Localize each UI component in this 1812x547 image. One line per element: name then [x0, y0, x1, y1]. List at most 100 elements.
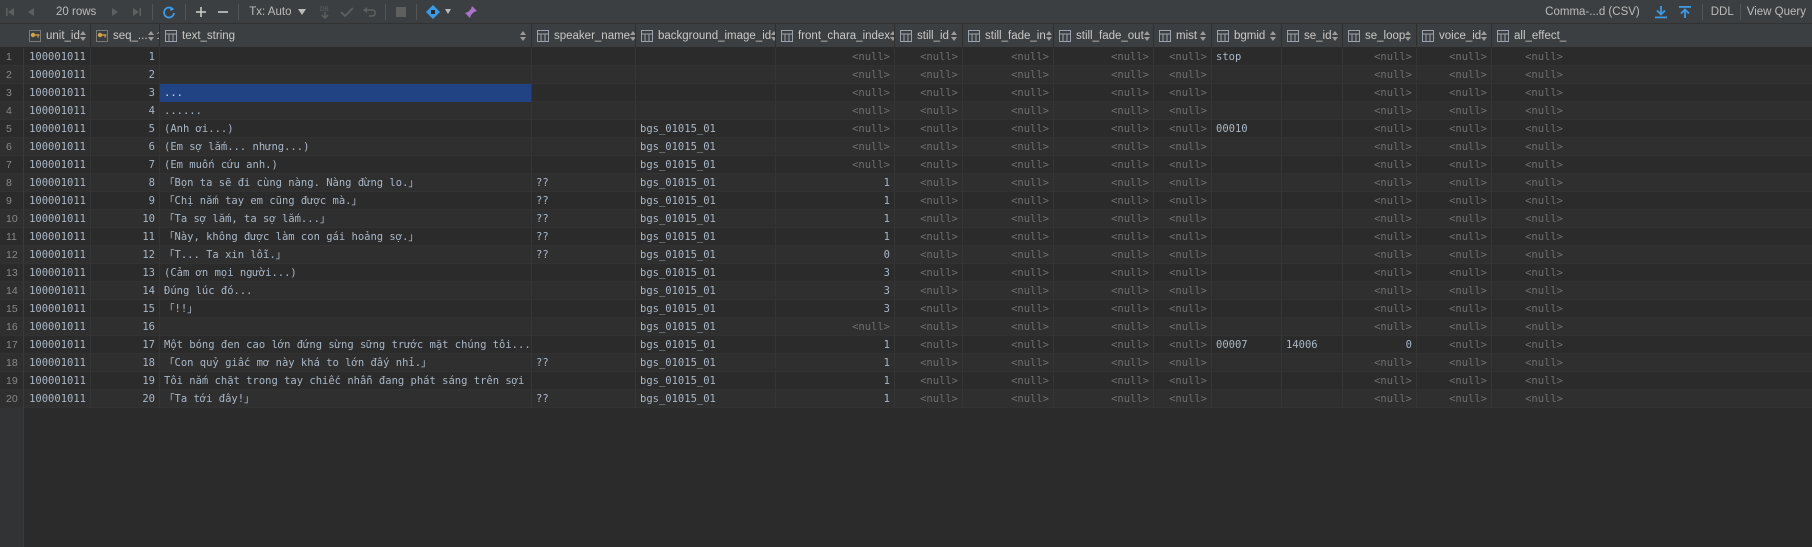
cell-mist[interactable]: <null> — [1154, 66, 1212, 84]
cell-se-loop[interactable]: <null> — [1343, 390, 1417, 408]
cell-speaker-name[interactable] — [532, 372, 636, 390]
cell-still-id[interactable]: <null> — [895, 156, 963, 174]
cell-voice-id[interactable]: <null> — [1417, 102, 1492, 120]
previous-page-icon[interactable] — [22, 0, 40, 24]
cell-background-image-id[interactable]: bgs_01015_01 — [636, 228, 776, 246]
cell-mist[interactable]: <null> — [1154, 192, 1212, 210]
cell-background-image-id[interactable]: bgs_01015_01 — [636, 138, 776, 156]
cell-text-string[interactable] — [160, 318, 532, 336]
row-number[interactable]: 20 — [0, 390, 24, 408]
cell-voice-id[interactable]: <null> — [1417, 120, 1492, 138]
cell-mist[interactable]: <null> — [1154, 48, 1212, 66]
cell-se-loop[interactable]: <null> — [1343, 66, 1417, 84]
row-number[interactable]: 9 — [0, 192, 24, 210]
cell-se-loop[interactable]: <null> — [1343, 246, 1417, 264]
cell-still-fade-in[interactable]: <null> — [963, 246, 1054, 264]
cell-unit-id[interactable]: 100001011 — [24, 264, 91, 282]
cell-still-fade-out[interactable]: <null> — [1054, 102, 1154, 120]
cell-bgmid[interactable] — [1212, 318, 1282, 336]
cell-se-id[interactable] — [1282, 390, 1343, 408]
cell-still-fade-in[interactable]: <null> — [963, 156, 1054, 174]
cell-speaker-name[interactable] — [532, 156, 636, 174]
delete-row-icon[interactable] — [214, 0, 232, 24]
table-row[interactable]: 15 100001011 15 「!!」 bgs_01015_01 3 <null> <nul… — [0, 300, 1812, 318]
cell-voice-id[interactable]: <null> — [1417, 300, 1492, 318]
table-row[interactable]: 18 100001011 18 「Con quỷ giấc mơ này khá to… — [0, 354, 1812, 372]
cell-mist[interactable]: <null> — [1154, 246, 1212, 264]
cell-text-string[interactable]: 「!!」 — [160, 300, 532, 318]
cell-still-fade-out[interactable]: <null> — [1054, 282, 1154, 300]
cell-text-string[interactable]: Đúng lúc đó... — [160, 282, 532, 300]
table-row[interactable]: 5 100001011 5 (Anh ơi...) bgs_01015_01 <null>… — [0, 120, 1812, 138]
cell-all-effect-i[interactable]: <null> — [1492, 66, 1567, 84]
results-grid[interactable]: unit_idseq_...1text_stringspeaker_nameba… — [0, 24, 1812, 547]
cell-unit-id[interactable]: 100001011 — [24, 66, 91, 84]
cell-still-fade-out[interactable]: <null> — [1054, 48, 1154, 66]
table-row[interactable]: 9 100001011 9 「Chị nắm tay em cũng được mà.… — [0, 192, 1812, 210]
cell-background-image-id[interactable]: bgs_01015_01 — [636, 156, 776, 174]
cell-still-fade-in[interactable]: <null> — [963, 318, 1054, 336]
cell-se-id[interactable] — [1282, 156, 1343, 174]
cell-voice-id[interactable]: <null> — [1417, 282, 1492, 300]
cell-voice-id[interactable]: <null> — [1417, 318, 1492, 336]
cell-all-effect-i[interactable]: <null> — [1492, 354, 1567, 372]
cell-se-id[interactable] — [1282, 120, 1343, 138]
cell-unit-id[interactable]: 100001011 — [24, 156, 91, 174]
sort-arrows-icon[interactable] — [520, 31, 526, 41]
cell-still-fade-out[interactable]: <null> — [1054, 192, 1154, 210]
cell-seq[interactable]: 13 — [91, 264, 160, 282]
cell-still-id[interactable]: <null> — [895, 120, 963, 138]
cell-all-effect-i[interactable]: <null> — [1492, 372, 1567, 390]
row-number[interactable]: 1 — [0, 48, 24, 66]
cell-seq[interactable]: 1 — [91, 48, 160, 66]
cell-text-string[interactable]: (Em muốn cứu anh.) — [160, 156, 532, 174]
table-row[interactable]: 8 100001011 8 「Bọn ta sẽ đi cùng nàng. Nàng… — [0, 174, 1812, 192]
cell-se-id[interactable]: 14006 — [1282, 336, 1343, 354]
cell-still-id[interactable]: <null> — [895, 264, 963, 282]
cell-still-fade-out[interactable]: <null> — [1054, 84, 1154, 102]
cell-still-fade-out[interactable]: <null> — [1054, 228, 1154, 246]
cell-unit-id[interactable]: 100001011 — [24, 354, 91, 372]
cell-all-effect-i[interactable]: <null> — [1492, 246, 1567, 264]
cell-seq[interactable]: 8 — [91, 174, 160, 192]
cell-still-id[interactable]: <null> — [895, 300, 963, 318]
table-row[interactable]: 19 100001011 19 Tôi nắm chặt trong tay chiế… — [0, 372, 1812, 390]
cell-voice-id[interactable]: <null> — [1417, 138, 1492, 156]
row-number[interactable]: 14 — [0, 282, 24, 300]
cell-speaker-name[interactable] — [532, 84, 636, 102]
cell-still-fade-out[interactable]: <null> — [1054, 318, 1154, 336]
cell-se-id[interactable] — [1282, 246, 1343, 264]
cell-still-fade-out[interactable]: <null> — [1054, 210, 1154, 228]
cell-background-image-id[interactable]: bgs_01015_01 — [636, 246, 776, 264]
cell-seq[interactable]: 17 — [91, 336, 160, 354]
cell-bgmid[interactable] — [1212, 300, 1282, 318]
first-page-icon[interactable] — [2, 0, 18, 24]
cell-all-effect-i[interactable]: <null> — [1492, 48, 1567, 66]
cell-se-id[interactable] — [1282, 84, 1343, 102]
table-row[interactable]: 2 100001011 2 <null> <null> <null> <null> <null… — [0, 66, 1812, 84]
cell-text-string[interactable]: ...... — [160, 102, 532, 120]
cell-se-loop[interactable]: <null> — [1343, 210, 1417, 228]
table-row[interactable]: 3 100001011 3... <null> <null> <null> <null> <n… — [0, 84, 1812, 102]
refresh-icon[interactable] — [159, 0, 179, 24]
cell-text-string[interactable]: 「Con quỷ giấc mơ này khá to lớn đấy nhỉ.… — [160, 354, 532, 372]
table-row[interactable]: 1 100001011 1 <null> <null> <null> <null> <null… — [0, 48, 1812, 66]
cell-se-loop[interactable]: <null> — [1343, 174, 1417, 192]
cell-se-loop[interactable]: <null> — [1343, 48, 1417, 66]
cell-still-id[interactable]: <null> — [895, 390, 963, 408]
column-header-voice-id[interactable]: voice_id — [1417, 24, 1492, 48]
cell-still-fade-out[interactable]: <null> — [1054, 372, 1154, 390]
cell-se-loop[interactable]: <null> — [1343, 354, 1417, 372]
cell-se-loop[interactable]: <null> — [1343, 84, 1417, 102]
cell-all-effect-i[interactable]: <null> — [1492, 102, 1567, 120]
cell-seq[interactable]: 20 — [91, 390, 160, 408]
cell-voice-id[interactable]: <null> — [1417, 84, 1492, 102]
cell-unit-id[interactable]: 100001011 — [24, 282, 91, 300]
cell-still-fade-in[interactable]: <null> — [963, 354, 1054, 372]
column-header-se-loop[interactable]: se_loop — [1343, 24, 1417, 48]
cell-still-fade-out[interactable]: <null> — [1054, 390, 1154, 408]
cell-still-id[interactable]: <null> — [895, 318, 963, 336]
sort-arrows-icon[interactable] — [79, 31, 86, 41]
row-number[interactable]: 16 — [0, 318, 24, 336]
cell-still-id[interactable]: <null> — [895, 84, 963, 102]
